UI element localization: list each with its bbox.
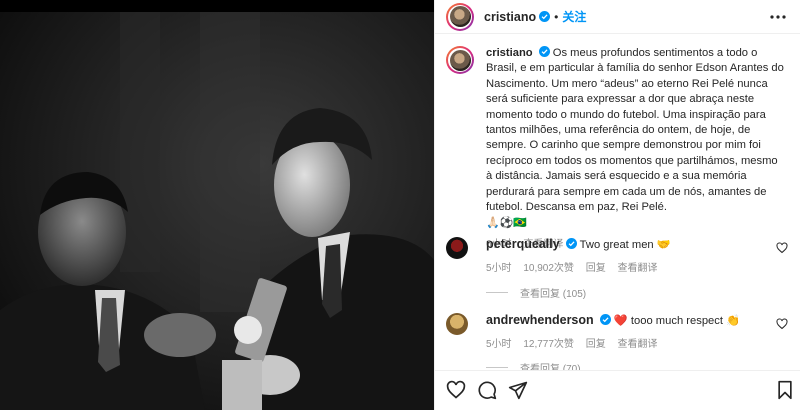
bookmark-icon[interactable] — [775, 380, 795, 400]
comment-item: andrewhenderson ❤️ tooo much respect 👏 5… — [446, 313, 791, 350]
comment-body: andrewhenderson ❤️ tooo much respect 👏 — [486, 313, 791, 329]
comment-text: Two great men 🤝 — [579, 239, 671, 251]
replies-divider — [486, 292, 508, 293]
reply-link[interactable]: 回复 — [586, 263, 606, 274]
separator-dot: • — [554, 9, 559, 24]
verified-badge-icon — [538, 46, 550, 57]
caption-username[interactable]: cristiano — [486, 47, 533, 59]
comment-translate-link[interactable]: 查看翻译 — [618, 339, 658, 350]
comment-body: peterqueally Two great men 🤝 — [486, 237, 791, 253]
comment-translate-link[interactable]: 查看翻译 — [618, 263, 658, 274]
more-options-icon[interactable] — [769, 9, 787, 25]
commenter-username[interactable]: andrewhenderson — [486, 313, 594, 327]
comment-likes[interactable]: 10,902次赞 — [523, 263, 574, 274]
post-caption: cristiano Os meus profundos sentimentos … — [446, 46, 791, 250]
view-replies-button[interactable]: 查看回复 (105) — [486, 285, 586, 300]
comment-meta: 5小时 12,777次赞 回复 查看翻译 — [486, 335, 791, 350]
author-avatar[interactable] — [446, 2, 474, 31]
comment-time[interactable]: 5小时 — [486, 263, 512, 274]
share-icon[interactable] — [508, 380, 528, 400]
commenter-avatar[interactable] — [446, 237, 468, 259]
comment-meta: 5小时 10,902次赞 回复 查看翻译 — [486, 259, 791, 274]
caption-body: Os meus profundos sentimentos a todo o B… — [486, 47, 784, 214]
post-photo[interactable] — [0, 0, 434, 410]
caption-text-block: cristiano Os meus profundos sentimentos … — [486, 46, 786, 215]
heart-icon[interactable] — [446, 380, 466, 400]
comment-text: ❤️ tooo much respect 👏 — [613, 315, 741, 327]
comment-like-icon[interactable] — [776, 318, 788, 330]
photo-illustration — [0, 0, 434, 410]
comment-time[interactable]: 5小时 — [486, 339, 512, 350]
reply-link[interactable]: 回复 — [586, 339, 606, 350]
author-username[interactable]: cristiano — [484, 10, 536, 24]
caption-emojis: 🙏🏻⚽️🇧🇷 — [486, 217, 528, 230]
verified-badge-icon — [565, 238, 577, 249]
comment-item: peterqueally Two great men 🤝 5小时 10,902次… — [446, 237, 791, 274]
post-details-panel: cristiano • 关注 cristiano Os meus profund… — [434, 0, 800, 410]
comment-like-icon[interactable] — [776, 242, 788, 254]
verified-badge-icon — [599, 314, 611, 325]
follow-button[interactable]: 关注 — [562, 8, 586, 25]
verified-badge-icon — [539, 11, 551, 22]
commenter-username[interactable]: peterqueally — [486, 237, 560, 251]
replies-divider — [486, 367, 508, 368]
post-action-bar — [435, 370, 800, 410]
post-header: cristiano • 关注 — [435, 0, 800, 34]
view-replies-label: 查看回复 (105) — [520, 289, 587, 300]
comment-icon[interactable] — [477, 380, 497, 400]
caption-avatar[interactable] — [446, 46, 474, 74]
comment-likes[interactable]: 12,777次赞 — [523, 339, 574, 350]
commenter-avatar[interactable] — [446, 313, 468, 335]
